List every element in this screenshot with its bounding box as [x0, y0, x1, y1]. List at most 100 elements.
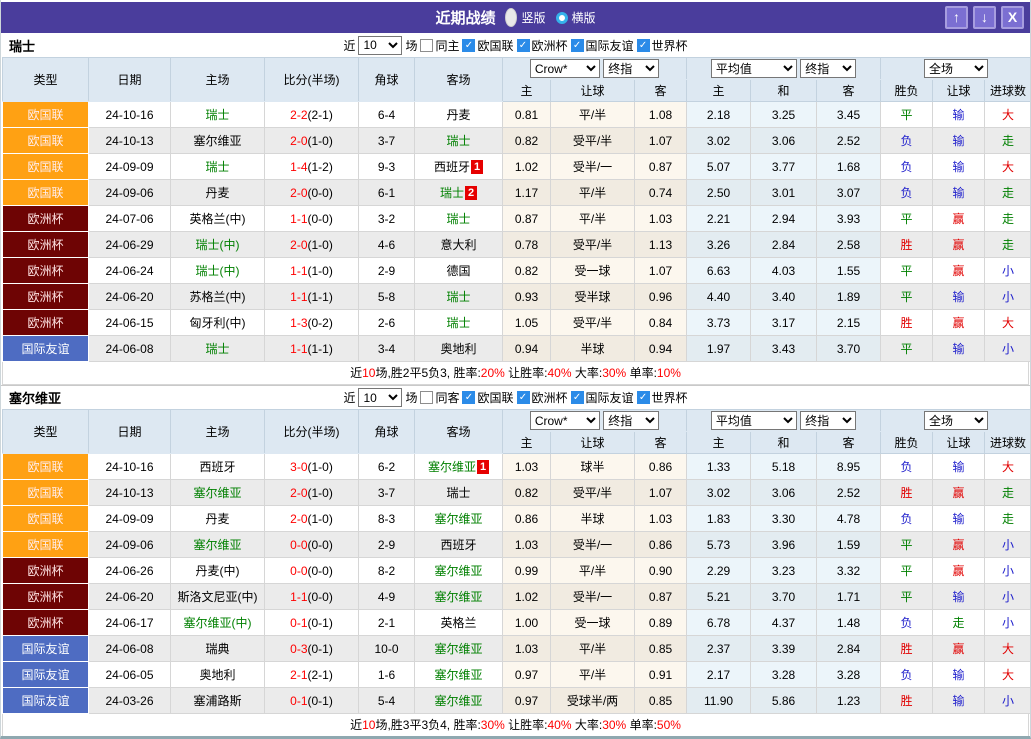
date-cell: 24-06-24 — [88, 257, 171, 284]
away-cell: 西班牙 — [414, 531, 503, 558]
title-center: 近期战绩 竖版 横版 — [435, 7, 596, 28]
checkbox-checked-icon[interactable]: ✓ — [462, 391, 476, 404]
scope-select[interactable]: 全场 — [924, 59, 989, 78]
handicap-line-cell: 受球半/两 — [550, 687, 635, 714]
summary-text: 让胜率: — [504, 366, 548, 380]
result-cell: 负 — [880, 505, 934, 532]
checkbox-checked-icon[interactable]: ✓ — [516, 391, 530, 404]
average-select[interactable]: 平均值 — [710, 59, 797, 78]
corner-cell: 10-0 — [358, 635, 415, 662]
handicap-result-cell: 赢 — [932, 557, 986, 584]
home-team-name: 英格兰(中) — [189, 212, 246, 226]
bookmaker-select[interactable]: Crow* — [529, 411, 600, 430]
odds-home-cell: 0.82 — [502, 479, 551, 506]
fulltime-score: 2-1 — [290, 667, 308, 682]
bookmaker-select[interactable]: Crow* — [529, 59, 600, 78]
handicap-result-cell: 赢 — [932, 309, 986, 336]
league-checkbox-2[interactable]: ✓ 国际友谊 — [570, 37, 634, 54]
date-cell: 24-03-26 — [88, 687, 171, 714]
fulltime-score: 2-0 — [290, 185, 308, 200]
avg-away-cell: 8.95 — [816, 453, 882, 480]
checkbox-checked-icon[interactable]: ✓ — [636, 38, 650, 52]
result-cell: 负 — [880, 153, 934, 180]
type-badge: 欧洲杯 — [2, 257, 89, 284]
league-checkbox-0[interactable]: ✓ 欧国联 — [462, 37, 514, 54]
avg-away-cell: 2.52 — [816, 479, 882, 506]
avg-draw-cell: 3.06 — [750, 127, 818, 154]
odds-away-cell: 0.87 — [633, 153, 688, 180]
fulltime-score: 1-1 — [290, 589, 308, 604]
checkbox-checked-icon[interactable]: ✓ — [570, 391, 584, 404]
radio-unselected-icon[interactable] — [555, 11, 568, 24]
result-cell: 平 — [880, 583, 934, 610]
result-cell: 平 — [880, 205, 934, 232]
vertical-label: 竖版 — [521, 11, 546, 25]
halftime-score: (0-0) — [307, 211, 333, 226]
avg-home-cell: 6.78 — [686, 609, 752, 636]
away-cell: 塞尔维亚 — [414, 661, 503, 688]
goals-result-cell: 大 — [984, 101, 1030, 128]
goals-result-cell: 走 — [984, 505, 1030, 532]
match-count-select[interactable]: 10 — [358, 35, 403, 55]
handicap-result-cell: 输 — [932, 335, 986, 362]
avg-final-odds-select[interactable]: 终指 — [800, 411, 857, 430]
odds-home-cell: 1.03 — [502, 453, 551, 480]
fulltime-score: 1-1 — [290, 263, 308, 278]
near-label: 近 — [343, 391, 356, 405]
move-up-button[interactable]: ↑ — [945, 6, 968, 29]
same-venue-checkbox[interactable]: 同客 — [420, 389, 459, 406]
league-checkbox-3[interactable]: ✓ 世界杯 — [636, 37, 688, 54]
home-cell: 瑞士 — [170, 101, 265, 128]
checkbox-checked-icon[interactable]: ✓ — [636, 391, 650, 404]
layout-horizontal-radio[interactable]: 横版 — [555, 9, 596, 26]
scope-select[interactable]: 全场 — [924, 411, 989, 430]
sub-header-handicap-result: 让球 — [932, 431, 986, 454]
final-odds-select[interactable]: 终指 — [603, 59, 660, 78]
type-badge: 欧洲杯 — [2, 609, 89, 636]
odds-home-cell: 1.05 — [502, 309, 551, 336]
checkbox-unchecked-icon[interactable] — [420, 391, 434, 404]
radio-selected-icon[interactable] — [505, 8, 518, 27]
league-checkbox-1[interactable]: ✓ 欧洲杯 — [516, 389, 568, 406]
away-cell: 奥地利 — [414, 335, 503, 362]
table-row: 欧国联 24-09-09 瑞士 1-4(1-2) 9-3 西班牙 1 1.02 受半/一 0.87… — [2, 153, 1030, 180]
layout-vertical-radio[interactable]: 竖版 — [505, 8, 546, 27]
checkbox-checked-icon[interactable]: ✓ — [516, 38, 530, 52]
home-team-name: 瑞士 — [205, 160, 230, 174]
fulltime-group-header: 全场 — [880, 57, 1030, 80]
checkbox-unchecked-icon[interactable] — [420, 38, 434, 52]
league-checkbox-0[interactable]: ✓ 欧国联 — [462, 389, 514, 406]
avg-home-cell: 2.37 — [686, 635, 752, 662]
summary-text: 单率: — [626, 366, 657, 380]
table-row: 欧国联 24-10-16 瑞士 2-2(2-1) 6-4 丹麦 0.81 平/半 1.08 2.1… — [2, 101, 1030, 128]
avg-away-cell: 2.52 — [816, 127, 882, 154]
corner-cell: 4-9 — [358, 583, 415, 610]
checkbox-checked-icon[interactable]: ✓ — [570, 38, 584, 52]
average-group-header: 平均值 终指 — [686, 57, 882, 80]
avg-away-cell: 3.70 — [816, 335, 882, 362]
close-button[interactable]: X — [1001, 6, 1024, 29]
final-odds-select[interactable]: 终指 — [603, 411, 660, 430]
league-label: 世界杯 — [651, 38, 688, 53]
table-row: 国际友谊 24-03-26 塞浦路斯 0-1(0-1) 5-4 塞尔维亚 0.97 受球半/两… — [2, 687, 1030, 714]
average-select[interactable]: 平均值 — [710, 411, 797, 430]
summary-text: 近 — [350, 718, 363, 732]
league-checkbox-1[interactable]: ✓ 欧洲杯 — [516, 37, 568, 54]
match-count-select[interactable]: 10 — [358, 388, 403, 407]
away-cell: 意大利 — [414, 231, 503, 258]
league-checkbox-3[interactable]: ✓ 世界杯 — [636, 389, 688, 406]
summary-rate-value: 10 — [362, 366, 376, 380]
home-cell: 丹麦 — [170, 179, 265, 206]
result-cell: 负 — [880, 127, 934, 154]
goals-result-cell: 小 — [984, 283, 1030, 310]
avg-final-odds-select[interactable]: 终指 — [800, 59, 857, 78]
sub-header-avg-home: 主 — [686, 431, 752, 454]
table-row: 欧国联 24-09-06 丹麦 2-0(0-0) 6-1 瑞士 2 1.17 平/半 0.74 2.… — [2, 179, 1030, 206]
league-checkbox-2[interactable]: ✓ 国际友谊 — [570, 389, 634, 406]
checkbox-checked-icon[interactable]: ✓ — [462, 38, 476, 52]
same-venue-checkbox[interactable]: 同主 — [420, 37, 459, 54]
score-cell: 0-1(0-1) — [264, 609, 359, 636]
move-down-button[interactable]: ↓ — [973, 6, 996, 29]
score-cell: 1-1(0-0) — [264, 205, 359, 232]
away-team-name: 塞尔维亚 — [434, 564, 483, 578]
